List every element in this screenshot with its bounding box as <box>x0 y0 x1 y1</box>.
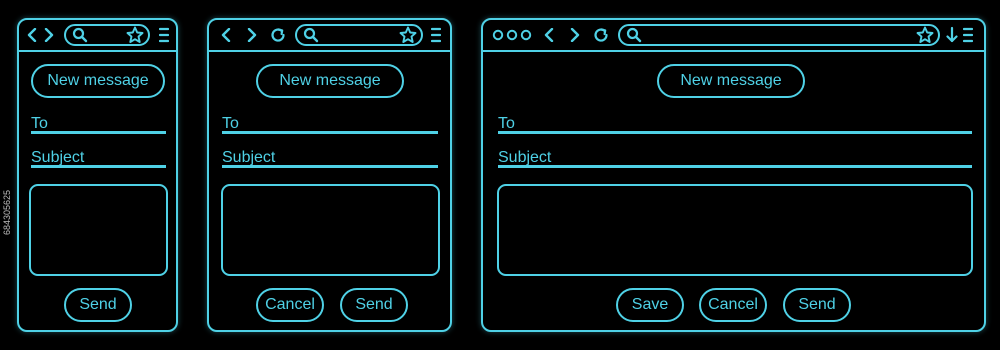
search-icon <box>626 27 642 43</box>
back-icon[interactable] <box>219 20 233 50</box>
browser-window-tablet: New message To Subject Cancel Send <box>207 18 452 332</box>
address-bar[interactable] <box>618 24 940 46</box>
search-icon <box>72 27 88 43</box>
address-bar[interactable] <box>64 24 150 46</box>
reload-icon[interactable] <box>591 20 611 50</box>
subject-field[interactable] <box>498 165 972 168</box>
new-message-button[interactable]: New message <box>657 64 805 98</box>
address-bar[interactable] <box>295 24 423 46</box>
send-button[interactable]: Send <box>783 288 851 322</box>
message-body-textarea[interactable] <box>29 184 168 276</box>
forward-icon[interactable] <box>42 20 56 50</box>
back-icon[interactable] <box>25 20 39 50</box>
browser-toolbar <box>483 20 984 52</box>
new-message-button[interactable]: New message <box>256 64 404 98</box>
new-message-button[interactable]: New message <box>31 64 165 98</box>
star-icon[interactable] <box>916 26 934 44</box>
send-button[interactable]: Send <box>340 288 408 322</box>
cancel-button[interactable]: Cancel <box>256 288 324 322</box>
send-button[interactable]: Send <box>64 288 132 322</box>
stock-id-text: 684305625 <box>2 189 12 235</box>
to-field[interactable] <box>498 131 972 134</box>
cancel-button[interactable]: Cancel <box>699 288 767 322</box>
window-dots-icon[interactable] <box>491 20 533 50</box>
to-field[interactable] <box>222 131 438 134</box>
menu-icon[interactable] <box>962 20 974 50</box>
back-icon[interactable] <box>542 20 556 50</box>
star-icon[interactable] <box>399 26 417 44</box>
subject-field[interactable] <box>222 165 438 168</box>
message-body-textarea[interactable] <box>497 184 973 276</box>
subject-field[interactable] <box>31 165 166 168</box>
search-icon <box>303 27 319 43</box>
star-icon[interactable] <box>126 26 144 44</box>
menu-icon[interactable] <box>430 20 442 50</box>
forward-icon[interactable] <box>245 20 259 50</box>
save-button[interactable]: Save <box>616 288 684 322</box>
download-icon[interactable] <box>945 20 959 50</box>
to-field[interactable] <box>31 131 166 134</box>
browser-toolbar <box>209 20 450 52</box>
menu-icon[interactable] <box>158 20 170 50</box>
browser-window-mobile: New message To Subject Send <box>17 18 178 332</box>
forward-icon[interactable] <box>568 20 582 50</box>
browser-toolbar <box>19 20 176 52</box>
browser-window-desktop: New message To Subject Save Cancel Send <box>481 18 986 332</box>
reload-icon[interactable] <box>268 20 288 50</box>
message-body-textarea[interactable] <box>221 184 440 276</box>
